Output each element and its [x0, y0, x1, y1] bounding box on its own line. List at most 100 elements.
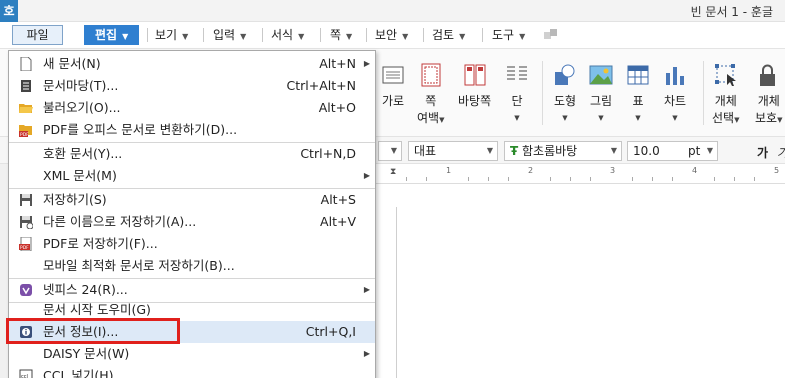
object-select-label: 개체	[714, 94, 737, 108]
caret-down-icon: ▼	[562, 114, 568, 122]
menu-item-open[interactable]: 불러오기(O)... Alt+O	[9, 97, 375, 119]
menu-file[interactable]: 파일	[12, 25, 63, 45]
menu-format[interactable]: 서식 ▼	[271, 25, 304, 45]
menu-edit[interactable]: 편집 ▼	[84, 25, 139, 45]
menu-item-pdf-convert[interactable]: PDF PDF를 오피스 문서로 변환하기(D)...	[9, 119, 375, 141]
menu-item-compat-document[interactable]: 호환 문서(Y)... Ctrl+N,D	[9, 143, 375, 165]
ruler-label: 4	[692, 166, 698, 175]
style-select[interactable]: 대표 ▼	[408, 141, 498, 161]
columns-label: 단	[511, 94, 523, 108]
menu-item-new-document[interactable]: 새 문서(N) Alt+N ▶	[9, 53, 375, 75]
format-box-left[interactable]: ▼	[378, 141, 402, 161]
menu-item-shortcut: Ctrl+Alt+N	[286, 78, 356, 93]
table-button[interactable]: 표 ▼	[626, 63, 650, 123]
style-value: 대표	[414, 144, 437, 158]
menu-item-label: 문서마당(T)...	[43, 78, 119, 93]
ruler-label: 5	[774, 166, 780, 175]
chevron-down-icon: ▼	[459, 32, 466, 41]
bold-button[interactable]: 가	[757, 144, 768, 161]
object-protect-sublabel: 보호	[755, 111, 778, 125]
menu-insert[interactable]: 입력 ▼	[213, 25, 246, 45]
title-bar: 호 빈 문서 1 - 훈글	[0, 0, 785, 22]
menu-item-daisy-document[interactable]: DAISY 문서(W) ▶	[9, 343, 375, 365]
landscape-icon	[382, 66, 404, 84]
menu-item-save-mobile[interactable]: 모바일 최적화 문서로 저장하기(B)...	[9, 255, 375, 277]
menu-item-save-as[interactable]: 다른 이름으로 저장하기(A)... Alt+V	[9, 211, 375, 233]
menu-item-label: DAISY 문서(W)	[43, 346, 130, 361]
app-icon: 호	[0, 0, 18, 22]
menu-view[interactable]: 보기 ▼	[155, 25, 188, 45]
menu-review-label: 검토	[432, 28, 455, 42]
submenu-arrow-icon: ▶	[363, 59, 370, 68]
menu-separator	[366, 28, 367, 42]
menu-item-shortcut: Alt+S	[320, 192, 356, 207]
menu-bar: 파일 편집 ▼ 보기 ▼ 입력 ▼ 서식 ▼ 쪽 ▼ 보안 ▼ 검토 ▼ 도구 ▼	[0, 22, 785, 48]
netffice-icon	[20, 284, 32, 296]
object-select-sublabel: 선택	[712, 111, 735, 125]
font-size-input[interactable]: 10.0 pt ▼	[627, 141, 718, 161]
menu-page[interactable]: 쪽 ▼	[330, 25, 352, 45]
landscape-button[interactable]: 가로	[381, 63, 405, 109]
font-select[interactable]: Ŧ 함초롬바탕 ▼	[504, 141, 622, 161]
picture-icon	[589, 65, 613, 85]
menu-security[interactable]: 보안 ▼	[375, 25, 408, 45]
chevron-down-icon: ▼	[519, 32, 526, 41]
shape-button[interactable]: 도형 ▼	[553, 63, 577, 123]
page-margin-button[interactable]: 쪽 여백▼	[417, 63, 444, 126]
ruler-label: 1	[446, 166, 452, 175]
italic-label: 가	[777, 146, 785, 160]
menu-item-save-pdf[interactable]: PDF PDF로 저장하기(F)...	[9, 233, 375, 255]
chevron-down-icon: ▼	[182, 32, 189, 41]
menu-insert-label: 입력	[213, 28, 236, 42]
object-select-button[interactable]: 개체 선택▼	[712, 63, 739, 126]
columns-icon	[507, 66, 527, 80]
font-type-icon: Ŧ	[510, 144, 519, 158]
indent-marker-icon[interactable]: ⧗	[390, 167, 396, 177]
chart-button[interactable]: 차트 ▼	[663, 63, 687, 123]
menu-separator	[147, 28, 148, 42]
menu-item-shortcut: Alt+V	[320, 214, 356, 229]
menu-format-label: 서식	[271, 28, 294, 42]
ruler-tick	[468, 177, 469, 181]
pdf-save-icon: PDF	[19, 237, 32, 251]
menu-item-label: 다른 이름으로 저장하기(A)...	[43, 214, 197, 229]
ribbon-options-icon[interactable]	[543, 27, 559, 47]
ruler-tick	[406, 177, 407, 181]
columns-button[interactable]: 단 ▼	[505, 63, 529, 123]
chevron-down-icon: ▼	[346, 32, 353, 41]
lock-icon	[759, 64, 775, 86]
save-icon	[20, 194, 32, 206]
ribbon-divider	[703, 61, 704, 125]
svg-text:PDF: PDF	[20, 245, 29, 251]
menu-tools[interactable]: 도구 ▼	[492, 25, 525, 45]
menu-item-label: XML 문서(M)	[43, 168, 117, 183]
menu-separator	[262, 28, 263, 42]
caret-down-icon: ▼	[734, 116, 740, 124]
chevron-down-icon: ▼	[298, 32, 305, 41]
object-protect-button[interactable]: 개체 보호▼	[755, 63, 782, 126]
chevron-down-icon: ▼	[122, 32, 129, 41]
menu-item-insert-ccl[interactable]: ccl CCL 넣기(H)...	[9, 365, 375, 378]
font-value: 함초롬바탕	[522, 144, 578, 158]
chevron-down-icon: ▼	[240, 32, 247, 41]
submenu-arrow-icon: ▶	[363, 349, 370, 358]
menu-item-save[interactable]: 저장하기(S) Alt+S	[9, 189, 375, 211]
object-protect-label: 개체	[757, 94, 780, 108]
italic-button[interactable]: 가	[777, 144, 785, 161]
menu-view-label: 보기	[155, 28, 178, 42]
menu-item-label: 모바일 최적화 문서로 저장하기(B)...	[43, 258, 235, 273]
menu-item-netffice[interactable]: 넷피스 24(R)... ▶	[9, 279, 375, 301]
caret-down-icon: ▼	[439, 116, 445, 124]
menu-item-document-template[interactable]: 문서마당(T)... Ctrl+Alt+N	[9, 75, 375, 97]
horizontal-ruler: ⧗ 1 2 3 4 5	[376, 166, 785, 184]
master-page-button[interactable]: 바탕쪽	[458, 63, 491, 109]
ruler-tick	[426, 177, 427, 181]
menu-item-xml-document[interactable]: XML 문서(M) ▶	[9, 165, 375, 187]
svg-text:PDF: PDF	[20, 132, 29, 137]
caret-down-icon: ▼	[777, 116, 783, 124]
document-area[interactable]	[376, 185, 785, 378]
picture-button[interactable]: 그림 ▼	[589, 63, 613, 123]
menu-review[interactable]: 검토 ▼	[432, 25, 465, 45]
menu-item-label: PDF로 저장하기(F)...	[43, 236, 158, 251]
window-title: 빈 문서 1 - 훈글	[690, 5, 773, 19]
